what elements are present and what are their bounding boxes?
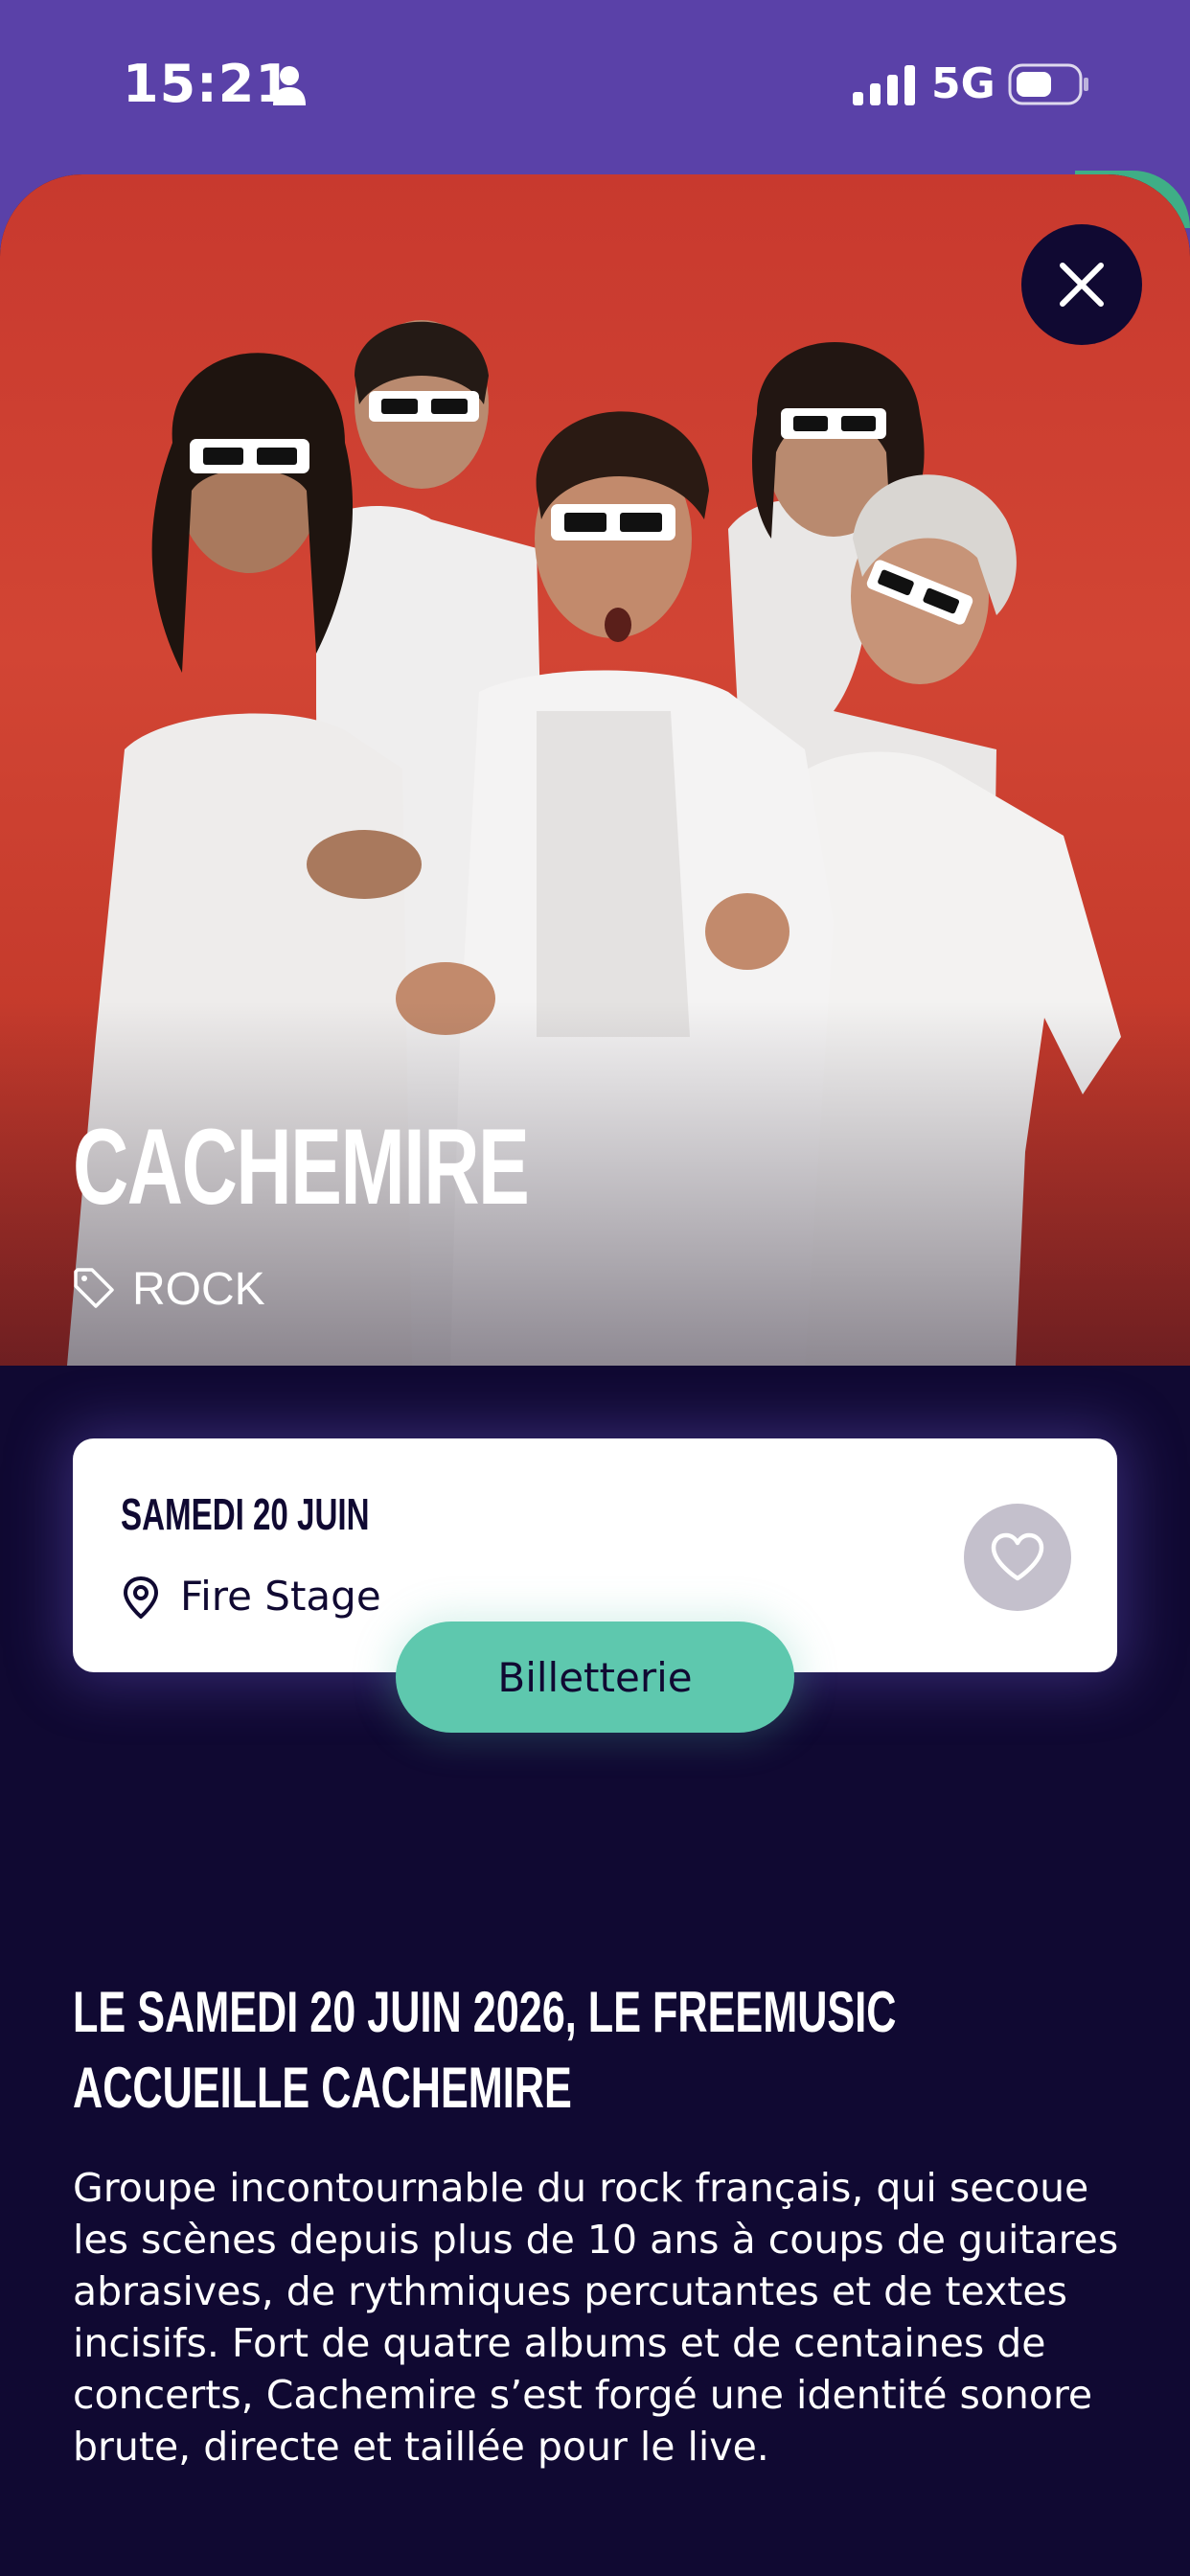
location-pin-icon — [123, 1576, 159, 1619]
status-bar: 15:21 5G — [0, 0, 1190, 172]
status-time: 15:21 — [123, 54, 292, 114]
artist-name: CACHEMIRE — [73, 1107, 530, 1227]
signal-icon — [853, 65, 915, 105]
heart-icon — [991, 1532, 1044, 1581]
band-photo: CACHEMIRE ROCK — [0, 174, 1190, 1366]
tag-icon — [74, 1268, 114, 1308]
genre-label: ROCK — [132, 1264, 265, 1315]
person-icon — [273, 66, 306, 105]
favorite-button[interactable] — [964, 1504, 1071, 1611]
ticketing-button[interactable]: Billetterie — [396, 1622, 794, 1733]
close-icon — [1060, 263, 1104, 307]
event-stage: Fire Stage — [180, 1573, 381, 1620]
article-headline: LE SAMEDI 20 JUIN 2026, LE FREEMUSIC ACC… — [73, 1980, 897, 2120]
article-description: Groupe incontournable du rock français, … — [73, 2165, 1119, 2470]
network-label: 5G — [931, 59, 995, 108]
close-button[interactable] — [1021, 224, 1142, 345]
event-date: SAMEDI 20 JUIN — [121, 1489, 370, 1539]
battery-icon — [1008, 63, 1088, 105]
